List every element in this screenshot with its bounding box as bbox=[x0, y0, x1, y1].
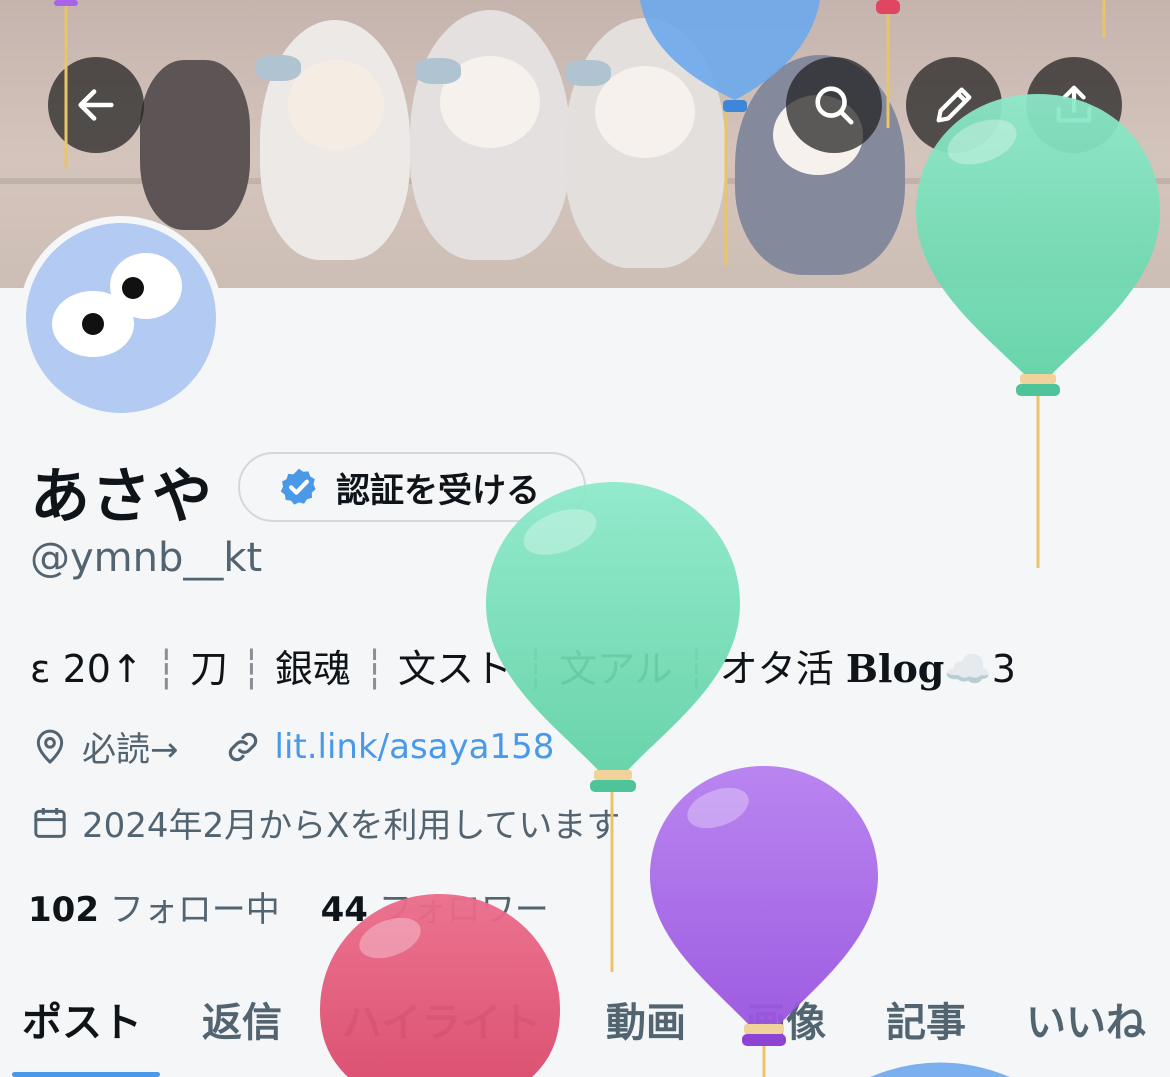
tab-videos[interactable]: 動画 bbox=[606, 990, 686, 1048]
profile-joined-date: 2024年2月からXを利用しています bbox=[82, 806, 621, 846]
profile-location: 必読→ bbox=[82, 730, 179, 770]
profile-handle: @ymnb__kt bbox=[30, 535, 263, 581]
banner-ribbon bbox=[415, 58, 461, 84]
following-count: 102 bbox=[28, 890, 99, 930]
bio-divider: ┆ bbox=[684, 647, 720, 691]
edit-button[interactable] bbox=[906, 57, 1002, 153]
bio-segment: 刀 bbox=[189, 647, 228, 691]
bio-segment: 銀魂 bbox=[274, 647, 351, 691]
follow-stats: 102 フォロー中 44 フォロワー bbox=[28, 882, 549, 931]
banner-shelf bbox=[0, 178, 1170, 184]
bio-segment: ε 20↑ bbox=[30, 647, 143, 691]
verified-badge-icon bbox=[280, 468, 316, 505]
banner-ribbon bbox=[255, 55, 301, 81]
banner-plush bbox=[565, 18, 725, 268]
following-label: フォロー中 bbox=[109, 890, 280, 930]
banner-plush bbox=[140, 60, 250, 230]
profile-joined-row: 2024年2月からXを利用しています bbox=[30, 798, 620, 847]
location-pin-icon bbox=[36, 729, 64, 764]
following-stat[interactable]: 102 フォロー中 bbox=[28, 890, 280, 930]
followers-stat[interactable]: 44 フォロワー bbox=[321, 890, 549, 930]
followers-label: フォロワー bbox=[378, 890, 549, 930]
link-icon bbox=[228, 732, 257, 761]
banner-ribbon bbox=[565, 60, 611, 86]
tab-images[interactable]: 画像 bbox=[746, 990, 826, 1048]
tab-articles[interactable]: 記事 bbox=[886, 990, 966, 1048]
banner-plush bbox=[410, 10, 570, 260]
bio-divider: ┆ bbox=[363, 647, 399, 691]
bio-segment: 文スト bbox=[398, 647, 513, 691]
avatar-image bbox=[26, 223, 216, 413]
tab-replies[interactable]: 返信 bbox=[202, 990, 282, 1048]
banner-plush bbox=[260, 20, 410, 260]
bio-divider: ┆ bbox=[154, 647, 190, 691]
bio-segment: オタ活 bbox=[719, 647, 846, 691]
tab-posts[interactable]: ポスト bbox=[22, 990, 142, 1048]
get-verified-label: 認証を受ける bbox=[336, 470, 540, 511]
profile-meta-row: 必読→ lit.link/asaya158 bbox=[30, 722, 554, 771]
share-button[interactable] bbox=[1026, 57, 1122, 153]
profile-name: あさや bbox=[30, 462, 213, 532]
bio-segment: 文アル bbox=[559, 647, 673, 691]
profile-bio: ε 20↑ ┆ 刀 ┆ 銀魂 ┆ 文スト ┆ 文アル ┆ オタ活 Blog☁️3 bbox=[30, 638, 1016, 693]
arrow-left-icon bbox=[78, 89, 114, 121]
bio-blog: Blog bbox=[845, 646, 945, 691]
followers-count: 44 bbox=[320, 890, 368, 930]
tab-highlights[interactable]: ハイライト bbox=[342, 990, 541, 1048]
profile-website-link[interactable]: lit.link/asaya158 bbox=[275, 727, 555, 767]
active-tab-indicator bbox=[12, 1072, 160, 1077]
profile-tabs: ポスト 返信 ハイライト 動画 画像 記事 いいね bbox=[0, 990, 1170, 1077]
search-button[interactable] bbox=[786, 57, 882, 153]
bio-tail: ☁️3 bbox=[944, 647, 1016, 691]
tab-likes[interactable]: いいね bbox=[1026, 990, 1146, 1048]
avatar[interactable] bbox=[19, 216, 223, 420]
bio-divider: ┆ bbox=[524, 647, 560, 691]
back-button[interactable] bbox=[48, 57, 144, 153]
pencil-icon bbox=[936, 87, 972, 123]
search-icon bbox=[815, 86, 854, 125]
get-verified-button[interactable]: 認証を受ける bbox=[238, 452, 586, 522]
share-icon bbox=[1056, 85, 1092, 123]
calendar-icon bbox=[34, 807, 66, 838]
bio-divider: ┆ bbox=[239, 647, 275, 691]
